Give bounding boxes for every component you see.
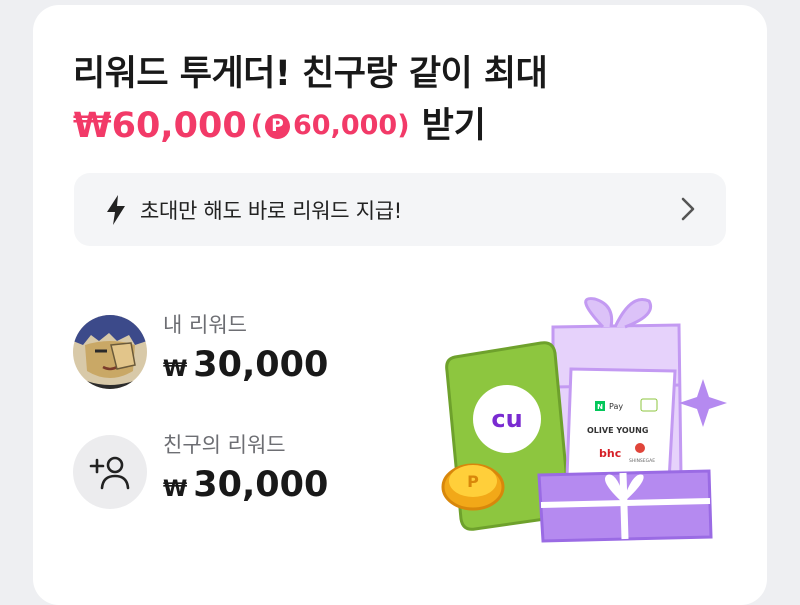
paren-close: ): [397, 110, 410, 141]
banner-text: 초대만 해도 바로 리워드 지급!: [140, 198, 402, 223]
point-coin-icon: P: [441, 463, 505, 511]
my-reward-info: 내 리워드 ₩ 30,000: [163, 311, 328, 392]
olive-young-logo: OLIVE YOUNG: [587, 426, 648, 435]
headline-title: 리워드 투게더! 친구랑 같이 최대: [73, 54, 548, 94]
instant-reward-banner[interactable]: 초대만 해도 바로 리워드 지급!: [74, 173, 726, 246]
my-reward-row: 내 리워드 ₩ 30,000: [73, 311, 328, 392]
my-reward-label: 내 리워드: [163, 313, 247, 337]
gift-box-front-icon: [537, 469, 713, 543]
headline-suffix: 받기: [421, 106, 486, 146]
coin-symbol: P: [467, 472, 479, 491]
bhc-logo: bhc: [599, 447, 621, 460]
currency-symbol: ₩: [163, 477, 188, 502]
headline-amount-line: ₩60,000 ( P 60,000 ) 받기: [73, 101, 486, 151]
npay-label: Pay: [609, 402, 623, 411]
max-reward-amount: ₩60,000: [73, 106, 247, 146]
lightning-icon: [107, 194, 125, 225]
my-reward-amount: ₩ 30,000: [163, 343, 328, 392]
gift-rewards-illustration: cu N Pay OLIVE YOUNG bhc SHINSEGAE P: [441, 297, 727, 543]
npay-badge: N: [597, 403, 603, 411]
point-icon: P: [265, 113, 291, 139]
shinsegae-logo: SHINSEGAE: [629, 458, 655, 464]
add-friend-button[interactable]: [73, 434, 147, 509]
friend-reward-label: 친구의 리워드: [163, 433, 286, 457]
paren-open: (: [250, 110, 264, 141]
reward-together-card: 리워드 투게더! 친구랑 같이 최대 ₩60,000 ( P 60,000 ) …: [33, 5, 767, 605]
chevron-right-icon: [681, 197, 695, 221]
user-avatar-icon: [73, 314, 147, 389]
add-friend-icon: [89, 456, 130, 489]
point-amount: 60,000: [293, 110, 398, 141]
friend-reward-amount: ₩ 30,000: [163, 463, 328, 512]
sparkle-icon: [679, 379, 727, 427]
friend-reward-row: 친구의 리워드 ₩ 30,000: [73, 431, 328, 512]
brand-gift-card-icon: N Pay OLIVE YOUNG bhc SHINSEGAE: [565, 367, 677, 483]
avatar[interactable]: [73, 314, 147, 389]
currency-symbol: ₩: [163, 357, 188, 382]
friend-reward-value: 30,000: [193, 465, 329, 505]
my-reward-value: 30,000: [193, 345, 329, 385]
point-reward: ( P 60,000 ): [251, 101, 410, 151]
cu-logo: cu: [491, 405, 522, 433]
friend-reward-info: 친구의 리워드 ₩ 30,000: [163, 431, 328, 512]
